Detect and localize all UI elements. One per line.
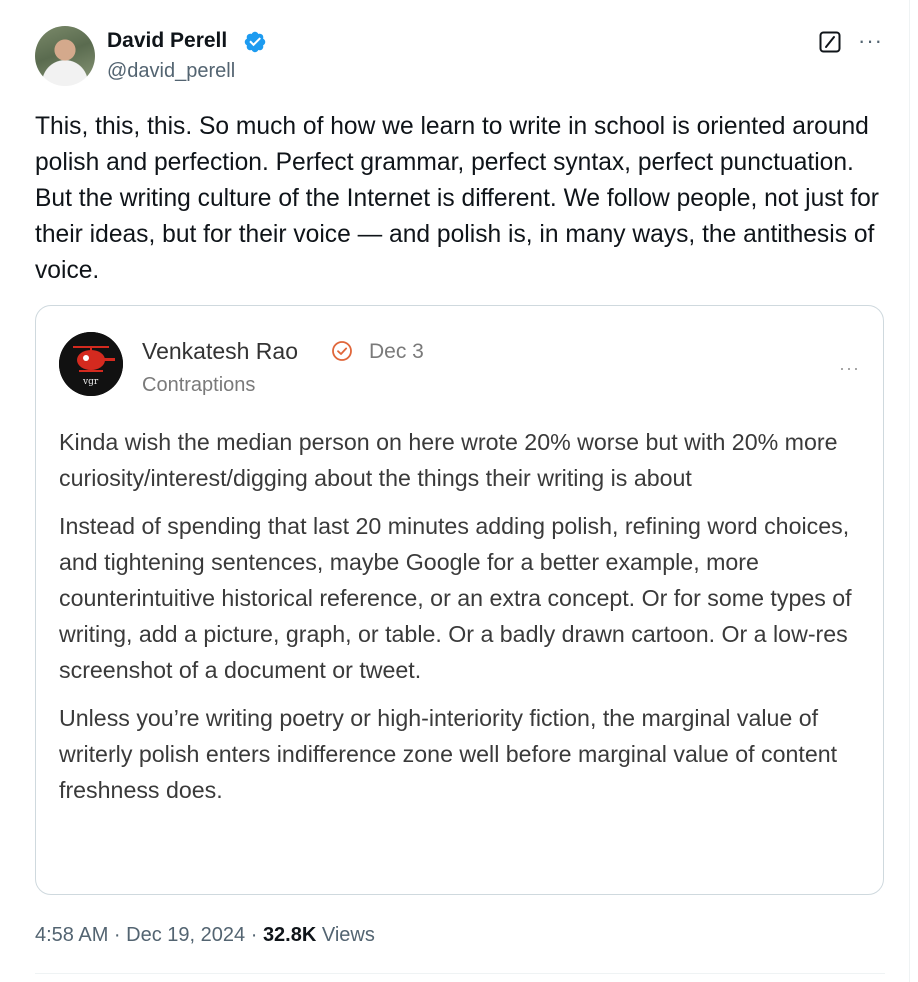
views-count[interactable]: 32.8K xyxy=(263,924,316,946)
quote-author-avatar[interactable]: vgr xyxy=(59,332,123,396)
views-label: Views xyxy=(321,924,375,946)
bottom-divider xyxy=(35,973,885,974)
grok-icon[interactable] xyxy=(818,30,842,54)
verified-badge-icon xyxy=(244,31,266,53)
quote-paragraph: Instead of spending that last 20 minutes… xyxy=(59,513,852,683)
tweet-meta: 4:58 AM · Dec 19, 2024 · 32.8K Views xyxy=(35,924,375,947)
svg-text:vgr: vgr xyxy=(82,377,99,387)
author-name[interactable]: David Perell xyxy=(107,29,227,53)
quote-date: Dec 3 xyxy=(369,340,424,363)
tweet-text: This, this, this. So much of how we lear… xyxy=(35,113,879,284)
author-handle[interactable]: @david_perell xyxy=(107,60,235,83)
more-options-icon[interactable]: ··· xyxy=(858,28,883,54)
helicopter-logo-icon: vgr xyxy=(59,332,123,396)
quote-body: Kinda wish the median person on here wro… xyxy=(59,424,871,820)
timestamp-link[interactable]: 4:58 AM · Dec 19, 2024 xyxy=(35,924,245,946)
quoted-post-card[interactable]: vgr Venkatesh Rao Dec 3 Contraptions ···… xyxy=(35,305,884,895)
right-divider xyxy=(909,0,910,982)
substack-check-icon xyxy=(332,341,352,361)
meta-separator: · xyxy=(250,924,258,946)
quote-publication[interactable]: Contraptions xyxy=(142,374,255,397)
author-avatar[interactable] xyxy=(35,26,95,86)
quote-more-options-icon[interactable]: ··· xyxy=(839,358,860,379)
quote-paragraph: Unless you’re writing poetry or high-int… xyxy=(59,705,838,803)
quote-author-name[interactable]: Venkatesh Rao xyxy=(142,338,298,365)
quote-paragraph: Kinda wish the median person on here wro… xyxy=(59,429,838,491)
